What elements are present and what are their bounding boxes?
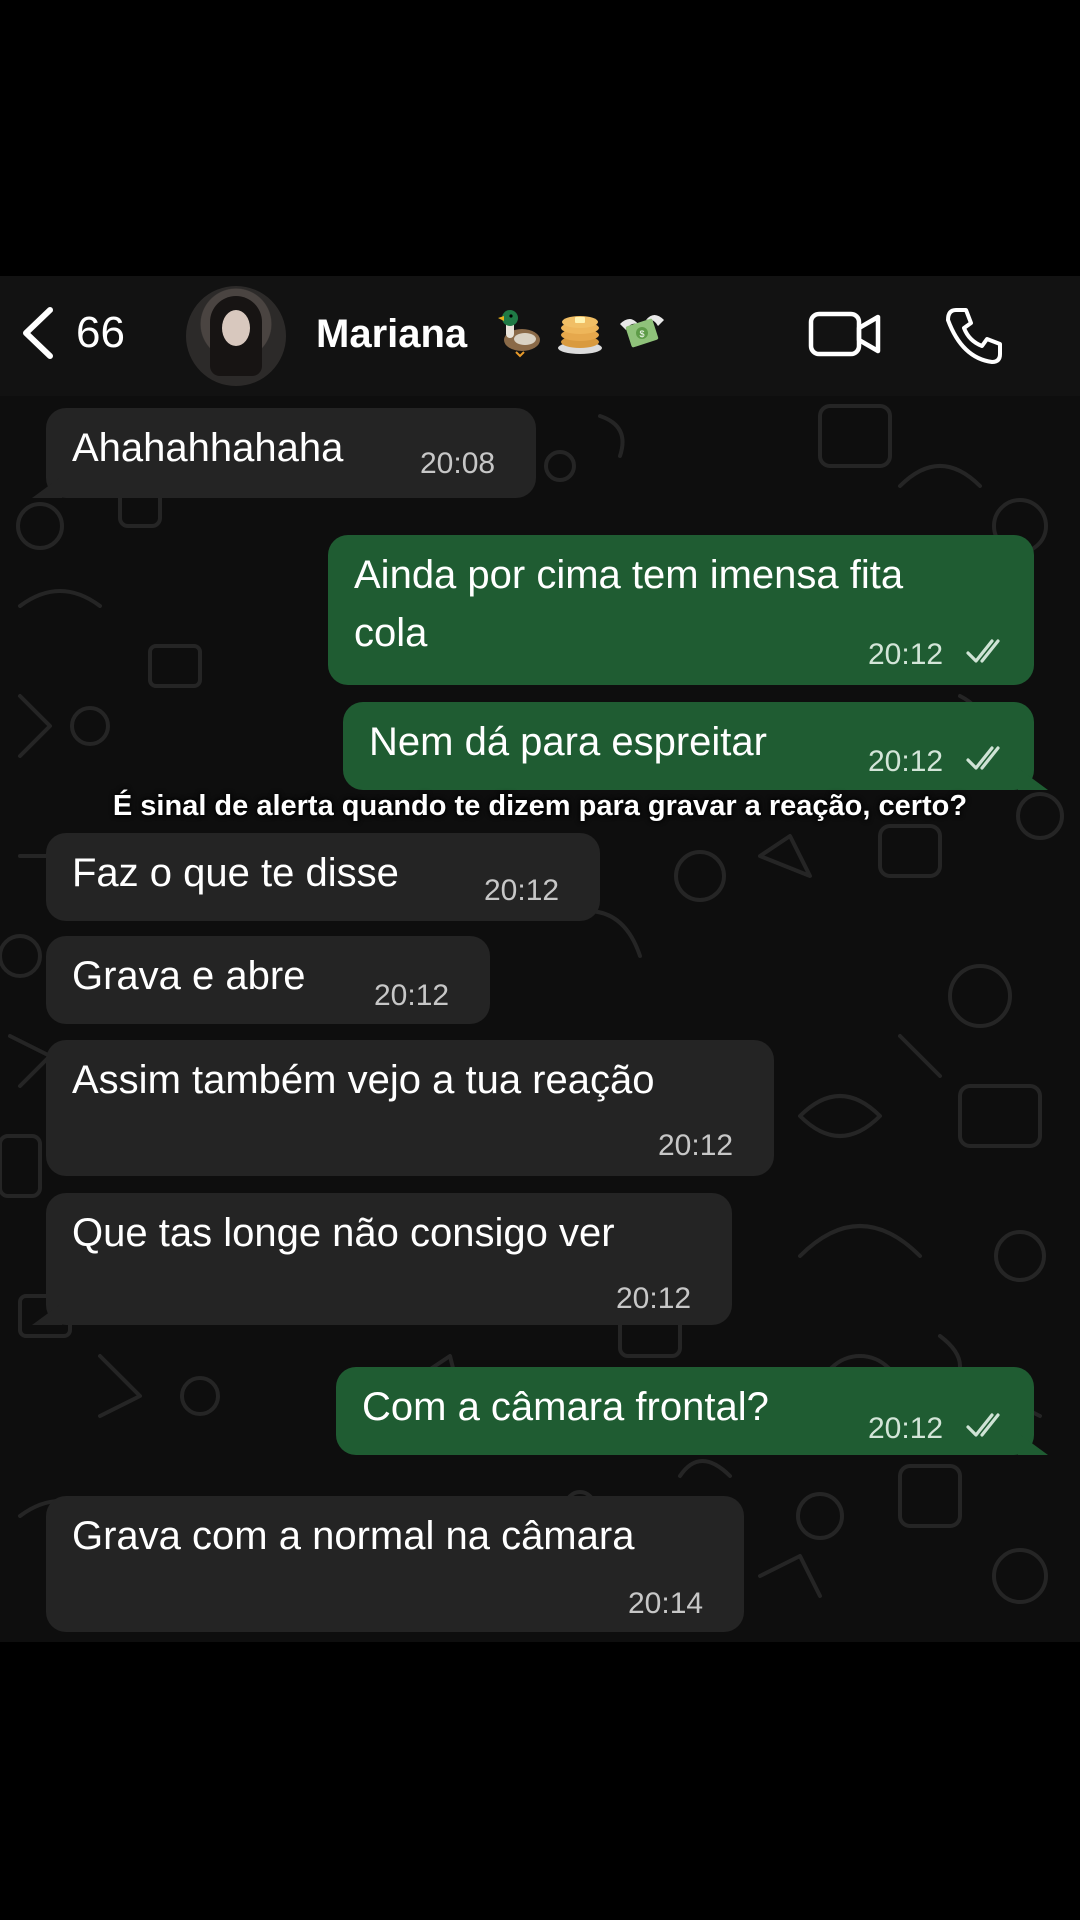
message-text: Com a câmara frontal?: [362, 1385, 769, 1429]
message-time: 20:12: [868, 1412, 944, 1445]
overlay-caption: É sinal de alerta quando te dizem para g…: [112, 790, 968, 822]
phone-call-icon[interactable]: [944, 306, 1004, 366]
message-incoming[interactable]: Ahahahhahaha 20:08: [32, 408, 536, 498]
read-receipt-icon: [966, 746, 1000, 770]
duck-icon: [492, 306, 544, 358]
pancakes-icon: [554, 306, 606, 358]
message-time: 20:08: [420, 447, 496, 480]
message-outgoing[interactable]: Com a câmara frontal? 20:12: [336, 1367, 1048, 1455]
message-incoming[interactable]: Que tas longe não consigo ver 20:12: [32, 1193, 732, 1325]
contact-name-emojis: $: [492, 306, 668, 358]
message-time: 20:12: [868, 745, 944, 778]
message-incoming[interactable]: Assim também vejo a tua reação 20:12: [46, 1040, 774, 1176]
contact-name[interactable]: Mariana: [316, 312, 467, 357]
message-time: 20:14: [628, 1587, 704, 1620]
message-text: Faz o que te disse: [72, 851, 399, 895]
message-text: Que tas longe não consigo ver: [72, 1211, 615, 1255]
message-text: Nem dá para espreitar: [369, 720, 767, 764]
chevron-left-icon: [23, 307, 53, 359]
message-text: Ahahahhahaha: [72, 426, 344, 470]
message-text: Grava com a normal na câmara: [72, 1514, 635, 1558]
unread-count: 66: [76, 308, 125, 357]
message-outgoing[interactable]: Ainda por cima tem imensa fita cola 20:1…: [328, 535, 1034, 685]
message-text: Grava e abre: [72, 954, 306, 998]
message-time: 20:12: [616, 1282, 692, 1315]
read-receipt-icon: [966, 639, 1000, 663]
video-call-icon[interactable]: [808, 311, 882, 357]
message-time: 20:12: [484, 874, 560, 907]
svg-text:$: $: [639, 329, 644, 339]
message-text: Ainda por cima tem imensa fita: [354, 553, 904, 597]
message-incoming[interactable]: Grava com a normal na câmara 20:14: [46, 1496, 744, 1632]
message-time: 20:12: [658, 1129, 734, 1162]
message-text-line2: cola: [354, 611, 428, 655]
back-button[interactable]: 66: [20, 306, 125, 360]
message-outgoing[interactable]: Nem dá para espreitar 20:12: [343, 702, 1048, 790]
message-time: 20:12: [374, 979, 450, 1012]
money-with-wings-icon: $: [616, 306, 668, 358]
message-time: 20:12: [868, 638, 944, 671]
message-text: Assim também vejo a tua reação: [72, 1058, 655, 1102]
message-incoming[interactable]: Grava e abre 20:12: [46, 936, 490, 1024]
read-receipt-icon: [966, 1413, 1000, 1437]
avatar[interactable]: [186, 286, 286, 386]
message-list[interactable]: Ahahahhahaha 20:08 Ainda por cima tem im…: [0, 396, 1080, 1642]
chat-header: 66 Mariana $: [0, 276, 1080, 396]
message-incoming[interactable]: Faz o que te disse 20:12: [46, 833, 600, 921]
